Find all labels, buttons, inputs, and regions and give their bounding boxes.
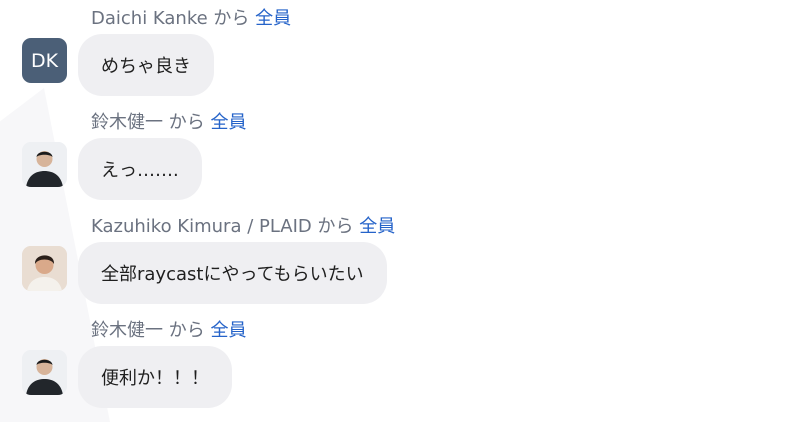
recipient-link[interactable]: 全員 — [255, 8, 291, 29]
person-photo-icon — [22, 350, 67, 395]
person-photo-icon — [22, 142, 67, 187]
message-header: 鈴木健一 から 全員 — [91, 320, 246, 342]
message-header: Kazuhiko Kimura / PLAID から 全員 — [91, 216, 395, 238]
message-bubble[interactable]: えっ……. — [78, 138, 202, 200]
person-photo-icon — [22, 246, 67, 291]
message-bubble[interactable]: めちゃ良き — [78, 34, 214, 96]
from-label: から — [311, 216, 360, 237]
from-label: から — [163, 320, 211, 341]
sender-name: Daichi Kanke — [91, 8, 208, 29]
message-text: めちゃ良き — [101, 56, 191, 77]
chat-message: 鈴木健一 から 全員 えっ……. — [0, 104, 800, 208]
avatar[interactable] — [22, 246, 67, 291]
recipient-link[interactable]: 全員 — [210, 320, 246, 341]
message-bubble[interactable]: 全部raycastにやってもらいたい — [78, 242, 387, 304]
avatar[interactable] — [22, 142, 67, 187]
message-header: 鈴木健一 から 全員 — [91, 112, 246, 134]
message-text: えっ……. — [101, 160, 179, 181]
sender-name: 鈴木健一 — [91, 320, 163, 341]
chat-message: Daichi Kanke から 全員 DK めちゃ良き — [0, 0, 800, 104]
sender-name: 鈴木健一 — [91, 112, 163, 133]
message-header: Daichi Kanke から 全員 — [91, 8, 291, 30]
from-label: から — [163, 112, 211, 133]
avatar-initials: DK — [30, 49, 59, 72]
chat-message: Kazuhiko Kimura / PLAID から 全員 全部raycastに… — [0, 208, 800, 312]
recipient-link[interactable]: 全員 — [359, 216, 395, 237]
message-bubble[interactable]: 便利か！！！ — [78, 346, 232, 408]
avatar[interactable] — [22, 350, 67, 395]
sender-name: Kazuhiko Kimura / PLAID — [91, 216, 312, 237]
from-label: から — [207, 8, 256, 29]
message-text: 全部raycastにやってもらいたい — [101, 264, 364, 285]
message-text: 便利か！！！ — [101, 368, 209, 389]
avatar[interactable]: DK — [22, 38, 67, 83]
chat-message: 鈴木健一 から 全員 便利か！！！ — [0, 312, 800, 416]
recipient-link[interactable]: 全員 — [210, 112, 246, 133]
